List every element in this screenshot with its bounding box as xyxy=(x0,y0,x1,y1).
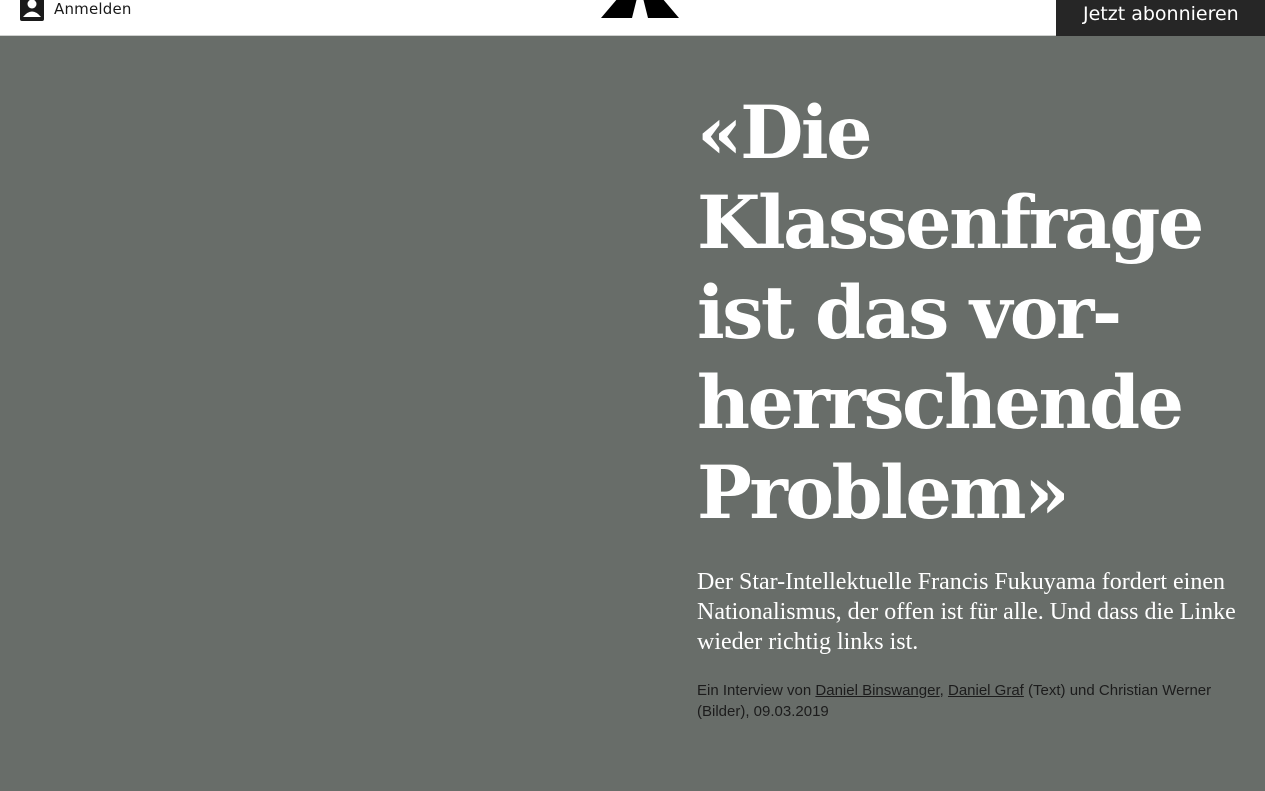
author-link-daniel-binswanger[interactable]: Daniel Binswanger xyxy=(815,682,939,699)
byline-prefix: Ein Interview von xyxy=(697,682,816,699)
login-link[interactable]: Anmelden xyxy=(19,0,132,24)
article-lead: Der Star-Intellektuelle Francis Fukuyama… xyxy=(697,569,1236,655)
article-title-line: ist das vor- xyxy=(697,270,1122,356)
article-byline: Ein Interview von Daniel Binswanger, Dan… xyxy=(697,680,1237,722)
article-title: «Die Klassenfrage ist das vor- herrschen… xyxy=(697,88,1237,538)
article-title-line: herrschende xyxy=(697,360,1184,446)
article-title-line: Problem» xyxy=(697,450,1070,536)
login-label: Anmelden xyxy=(54,0,132,18)
author-link-daniel-graf[interactable]: Daniel Graf xyxy=(948,682,1024,699)
byline-separator: , xyxy=(939,682,948,699)
article-title-line: Klassenfrage xyxy=(697,180,1204,266)
subscribe-button[interactable]: Jetzt abonnieren xyxy=(1056,0,1265,36)
top-navigation-bar: Anmelden Jetzt abonnieren xyxy=(0,0,1265,36)
article-hero: «Die Klassenfrage ist das vor- herrschen… xyxy=(0,36,1265,791)
user-icon xyxy=(20,0,44,21)
republik-logo-icon[interactable] xyxy=(601,0,679,18)
article-title-line: «Die xyxy=(697,90,873,176)
